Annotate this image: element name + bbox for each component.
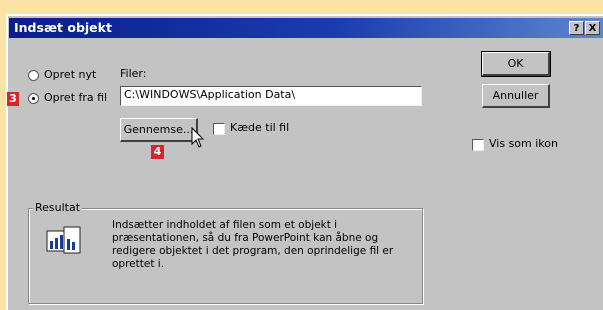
dialog-titlebar: Indsæt objekt ? X [9,18,603,38]
create-new-radio[interactable] [28,70,39,81]
mouse-cursor-icon [191,127,205,148]
display-as-icon-label[interactable]: Vis som ikon [489,137,558,150]
browse-button[interactable]: Gennemse... [120,118,198,142]
step-badge-3: 3 [7,92,19,106]
help-button[interactable]: ? [569,21,584,35]
create-new-label[interactable]: Opret nyt [44,68,96,81]
link-to-file-checkbox[interactable] [213,123,225,135]
file-path-input[interactable]: C:\WINDOWS\Application Data\ [120,86,422,106]
dialog-title: Indsæt objekt [14,20,112,35]
ok-button[interactable]: OK [481,51,551,77]
close-button[interactable]: X [585,21,600,35]
link-to-file-label[interactable]: Kæde til fil [230,121,289,134]
cancel-button[interactable]: Annuller [482,84,550,108]
result-description: Indsætter indholdet af filen som et obje… [112,219,394,270]
create-from-file-label[interactable]: Opret fra fil [44,91,107,104]
result-group-label: Resultat [33,201,83,214]
files-label: Filer: [120,67,147,80]
insert-object-icon [46,226,81,254]
create-from-file-radio[interactable] [28,93,39,104]
display-as-icon-checkbox[interactable] [472,139,484,151]
step-badge-4: 4 [151,145,164,159]
browse-label: Gennemse... [123,123,194,136]
